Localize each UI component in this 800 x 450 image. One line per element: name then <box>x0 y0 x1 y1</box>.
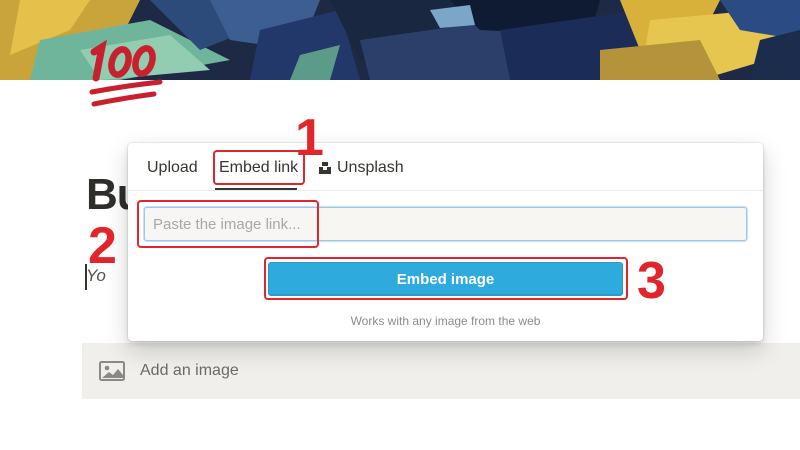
annotation-step-2: 2 <box>88 217 117 275</box>
add-image-label: Add an image <box>140 362 239 379</box>
add-image-block[interactable]: Add an image <box>82 343 800 399</box>
embed-hint-text: Works with any image from the web <box>350 314 541 328</box>
hundred-points-emoji-icon[interactable] <box>84 36 184 116</box>
tab-upload[interactable]: Upload <box>147 159 198 177</box>
tab-unsplash[interactable]: Unsplash <box>318 159 404 177</box>
image-icon <box>98 359 126 383</box>
annotation-step-3: 3 <box>637 252 666 310</box>
tab-unsplash-label: Unsplash <box>337 159 404 176</box>
annotation-box-link-input <box>137 200 319 248</box>
annotation-step-1: 1 <box>295 109 324 167</box>
annotation-box-embed-tab <box>213 150 305 185</box>
annotation-box-embed-button <box>264 257 628 300</box>
active-tab-indicator <box>215 188 297 190</box>
